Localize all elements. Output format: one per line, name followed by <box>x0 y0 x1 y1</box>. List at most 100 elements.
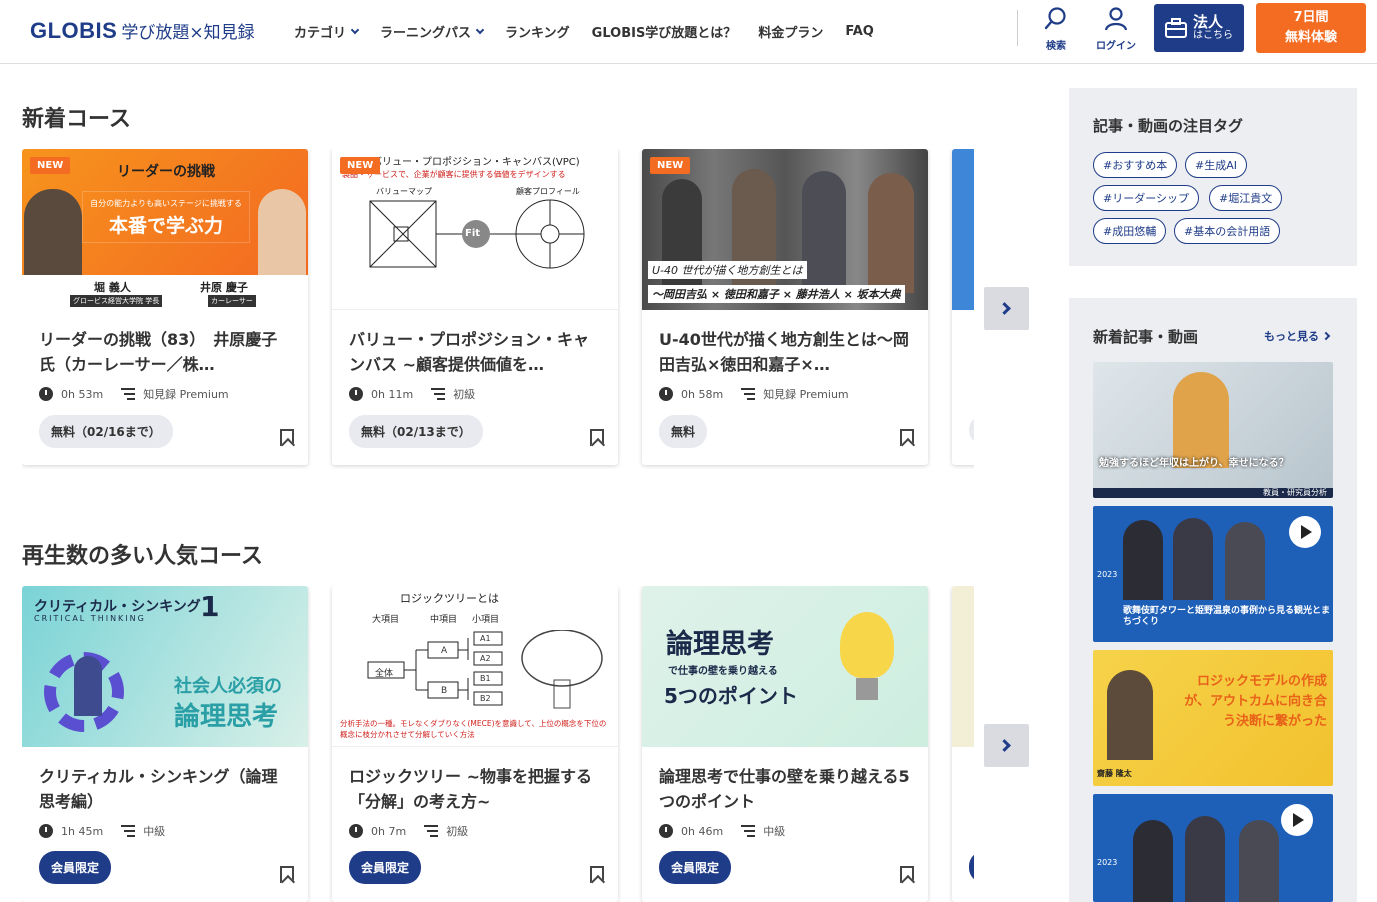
course-thumbnail: リーダーの挑戦 自分の能力よりも高いステージに挑戦する 本番で学ぶ力 堀 義人 … <box>22 149 308 310</box>
new-articles-box: 新着記事・動画 もっと見る 勉強するほど年収は上がり、幸せになる？ 教員・研究員… <box>1069 298 1357 902</box>
course-card-partial[interactable] <box>952 149 974 465</box>
course-title[interactable]: クリティカル・シンキング（論理思考編） <box>39 764 293 814</box>
course-level: 知見録 Premium <box>763 388 849 401</box>
lightbulb-base <box>856 678 878 700</box>
globis-logo[interactable]: GLOBIS 学び放題×知見録 <box>30 18 255 44</box>
more-label: もっと見る <box>1264 330 1319 343</box>
nav-pricing[interactable]: 料金プラン <box>758 22 823 41</box>
briefcase-icon <box>1165 18 1187 38</box>
article-label: 教員・研究員分析 <box>1263 488 1327 497</box>
thumb-heading: クリティカル・シンキング <box>34 599 201 615</box>
tree-node: A1 <box>480 634 491 643</box>
nav-label: カテゴリ <box>294 26 347 41</box>
tag-link[interactable]: #堀江貴文 <box>1209 185 1283 211</box>
thumb-english: CRITICAL THINKING <box>34 614 146 623</box>
bookmark-icon[interactable] <box>590 429 604 446</box>
thumb-left-label: バリューマップ <box>376 187 432 196</box>
search-icon <box>1044 7 1066 30</box>
course-card[interactable]: バリュー・プロポジション・キャンバス(VPC) 製品・サービスで、企業が顧客に提… <box>332 149 618 465</box>
play-icon <box>1281 804 1313 836</box>
search-label: 検索 <box>1046 41 1066 52</box>
members-only-badge: 会員限定 <box>659 851 732 884</box>
nav-label: GLOBIS学び放題とは？ <box>591 26 737 41</box>
tag-link[interactable]: #おすすめ本 <box>1093 152 1178 178</box>
course-title[interactable]: U-40世代が描く地方創生とは～岡田吉弘×徳田和嘉子×… <box>659 327 913 377</box>
tree-node: A2 <box>480 654 491 663</box>
nav-ranking[interactable]: ランキング <box>505 22 570 41</box>
vpc-diagram <box>369 199 585 269</box>
course-thumbnail: 論理思考 で仕事の壁を乗り越える 5つのポイント <box>642 586 928 747</box>
thumb-role: カーレーサー <box>208 295 256 307</box>
course-meta: 0h 53m 知見録 Premium <box>39 386 229 402</box>
tag-link[interactable]: #生成AI <box>1185 152 1247 178</box>
tag-link[interactable]: #リーダーシップ <box>1093 185 1199 211</box>
course-meta: 1h 45m 中級 <box>39 823 165 839</box>
carousel-next-button[interactable] <box>984 287 1029 330</box>
course-title[interactable]: リーダーの挑戦（83） 井原慶子氏（カーレーサー／株… <box>39 327 293 377</box>
new-articles-title: 新着記事・動画 <box>1093 328 1199 346</box>
search-button[interactable]: 検索 <box>1028 6 1084 52</box>
bookmark-icon[interactable] <box>590 866 604 883</box>
clock-icon <box>349 824 363 838</box>
nav-faq[interactable]: FAQ <box>845 22 874 41</box>
video-thumbnail[interactable]: 2023 <box>1093 794 1333 902</box>
section-title-popular-courses: 再生数の多い人気コース <box>22 544 263 569</box>
person-photo <box>1133 820 1173 902</box>
person-photo <box>258 189 306 279</box>
clock-icon <box>659 824 673 838</box>
site-header: GLOBIS 学び放題×知見録 カテゴリ ラーニングパス ランキング GLOBI… <box>0 0 1377 64</box>
new-courses-row: リーダーの挑戦 自分の能力よりも高いステージに挑戦する 本番で学ぶ力 堀 義人 … <box>22 149 974 469</box>
corporate-label: 法人 <box>1193 13 1224 31</box>
course-title[interactable]: 論理思考で仕事の壁を乗り越える5つのポイント <box>659 764 913 814</box>
nav-about[interactable]: GLOBIS学び放題とは？ <box>592 22 737 41</box>
bookmark-icon[interactable] <box>900 866 914 883</box>
thumb-col: 大項目 <box>372 615 400 625</box>
tree-node: B1 <box>480 674 491 683</box>
carousel-next-button[interactable] <box>984 724 1029 767</box>
nav-learning-path[interactable]: ラーニングパス <box>380 22 485 41</box>
course-duration: 0h 46m <box>681 824 724 838</box>
person-photo <box>1185 816 1225 902</box>
course-thumbnail <box>952 149 974 310</box>
tree-node: A <box>441 646 448 656</box>
course-duration: 0h 11m <box>371 387 414 401</box>
nav-label: ラーニングパス <box>380 26 472 41</box>
course-duration: 0h 7m <box>371 824 407 838</box>
free-trial-button[interactable]: 7日間 無料体験 <box>1256 3 1366 53</box>
video-thumbnail[interactable]: 2023 歌舞伎町タワーと姫野温泉の事例から見る観光とまちづくり <box>1093 506 1333 642</box>
course-card-partial[interactable] <box>952 586 974 902</box>
bookmark-icon[interactable] <box>900 429 914 446</box>
course-card[interactable]: リーダーの挑戦 自分の能力よりも高いステージに挑戦する 本番で学ぶ力 堀 義人 … <box>22 149 308 465</box>
course-card[interactable]: 論理思考 で仕事の壁を乗り越える 5つのポイント 論理思考で仕事の壁を乗り越える… <box>642 586 928 902</box>
thumb-role: グロービス経営大学院 学長 <box>70 295 163 307</box>
bookmark-icon[interactable] <box>280 866 294 883</box>
course-card[interactable]: ロジックツリーとは 大項目 中項目 小項目 全体 A B A1 A2 B1 B2… <box>332 586 618 902</box>
course-thumbnail: U-40 世代が描く地方創生とは ～岡田吉弘 × 徳田和嘉子 × 藤井浩人 × … <box>642 149 928 310</box>
course-title[interactable]: ロジックツリー ~物事を把握する「分解」の考え方~ <box>349 764 603 814</box>
course-duration: 0h 53m <box>61 387 104 401</box>
free-badge: 無料（02/16まで） <box>39 415 173 448</box>
thumb-main: 論理思考 <box>666 629 774 660</box>
clock-icon <box>659 387 673 401</box>
person-photo <box>24 189 82 279</box>
more-link[interactable]: もっと見る <box>1264 328 1331 344</box>
tag-link[interactable]: #成田悠輔 <box>1093 218 1167 244</box>
login-button[interactable]: ログイン <box>1088 6 1144 52</box>
course-duration: 1h 45m <box>61 824 104 838</box>
header-divider <box>1017 10 1018 46</box>
login-label: ログイン <box>1096 41 1136 52</box>
article-thumbnail[interactable]: ロジックモデルの作成が、アウトカムに向き合う決断に繋がった 齋藤 隆太 <box>1093 650 1333 786</box>
corporate-button[interactable]: 法人 はこちら <box>1154 4 1244 52</box>
course-title[interactable]: バリュー・プロポジション・キャンバス ~顧客提供価値を… <box>349 327 603 377</box>
article-thumbnail[interactable]: 勉強するほど年収は上がり、幸せになる？ 教員・研究員分析 <box>1093 362 1333 498</box>
bookmark-icon[interactable] <box>280 429 294 446</box>
logo-text: GLOBIS <box>30 18 118 43</box>
chevron-right-icon <box>998 739 1011 752</box>
course-card[interactable]: U-40 世代が描く地方創生とは ～岡田吉弘 × 徳田和嘉子 × 藤井浩人 × … <box>642 149 928 465</box>
course-card[interactable]: クリティカル・シンキング 1 CRITICAL THINKING 社会人必須の … <box>22 586 308 902</box>
level-icon <box>121 388 136 400</box>
tag-link[interactable]: #基本の会計用語 <box>1174 218 1281 244</box>
nav-category[interactable]: カテゴリ <box>294 22 360 41</box>
thumb-name: 堀 義人 <box>94 281 131 294</box>
trial-line2: 無料体験 <box>1284 30 1337 45</box>
